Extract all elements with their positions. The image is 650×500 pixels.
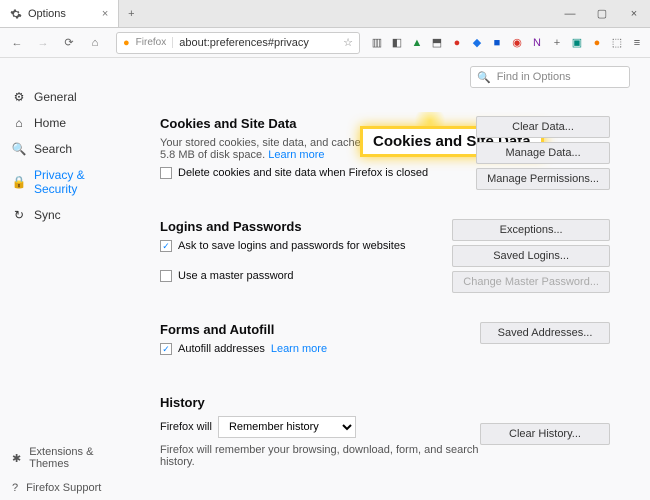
firefox-icon: ●: [123, 37, 130, 49]
history-will-label: Firefox will: [160, 421, 212, 433]
sidebar-item-sync[interactable]: ↻ Sync: [0, 202, 140, 228]
tab-title: Options: [28, 8, 66, 20]
ext-icon[interactable]: N: [530, 36, 544, 50]
sidebar-item-label: Home: [34, 116, 66, 130]
sidebar-foot-label: Extensions & Themes: [29, 446, 128, 470]
clear-data-button[interactable]: Clear Data...: [476, 116, 610, 138]
history-desc: Firefox will remember your browsing, dow…: [160, 444, 480, 468]
sync-icon: ↻: [12, 208, 26, 222]
lock-icon: 🔒: [12, 175, 26, 189]
sidebar-item-search[interactable]: 🔍 Search: [0, 136, 140, 162]
ext-icon[interactable]: ◉: [510, 36, 524, 50]
sidebar-item-privacy[interactable]: 🔒 Privacy & Security: [0, 162, 140, 202]
sidebar-support[interactable]: ? Firefox Support: [0, 476, 140, 500]
exceptions-button[interactable]: Exceptions...: [452, 219, 610, 241]
ext-icon[interactable]: ⬒: [430, 36, 444, 50]
ext-icon[interactable]: ◆: [470, 36, 484, 50]
bookmark-icon[interactable]: ☆: [343, 36, 353, 49]
url-prefix: Firefox: [136, 37, 174, 48]
search-icon: 🔍: [477, 71, 491, 84]
manage-permissions-button[interactable]: Manage Permissions...: [476, 168, 610, 190]
reload-button[interactable]: ⟳: [58, 32, 80, 54]
menu-icon[interactable]: ≡: [630, 36, 644, 50]
saved-addresses-button[interactable]: Saved Addresses...: [480, 322, 610, 344]
find-input[interactable]: 🔍 Find in Options: [470, 66, 630, 88]
search-icon: 🔍: [12, 142, 26, 156]
manage-data-button[interactable]: Manage Data...: [476, 142, 610, 164]
ext-icon[interactable]: ▲: [410, 36, 424, 50]
learn-more-link[interactable]: Learn more: [268, 149, 324, 161]
url-bar[interactable]: ● Firefox about:preferences#privacy ☆: [116, 32, 360, 54]
sidebar-foot-label: Firefox Support: [26, 482, 101, 494]
back-button[interactable]: ←: [6, 32, 28, 54]
ask-save-logins-label: Ask to save logins and passwords for web…: [178, 240, 405, 252]
gear-icon: ⚙: [12, 90, 26, 104]
sidebar-item-home[interactable]: ⌂ Home: [0, 110, 140, 136]
forward-button[interactable]: →: [32, 32, 54, 54]
find-placeholder: Find in Options: [497, 71, 571, 83]
section-heading-history: History: [160, 395, 630, 410]
ext-icon[interactable]: +: [550, 36, 564, 50]
puzzle-icon: ✱: [12, 452, 21, 465]
autofill-label: Autofill addresses: [178, 343, 265, 355]
gear-icon: [10, 8, 22, 20]
ext-icon[interactable]: ●: [450, 36, 464, 50]
master-password-checkbox[interactable]: [160, 270, 172, 282]
saved-logins-button[interactable]: Saved Logins...: [452, 245, 610, 267]
sidebar-icon[interactable]: ◧: [390, 36, 404, 50]
sidebar-extensions[interactable]: ✱ Extensions & Themes: [0, 440, 140, 476]
minimize-button[interactable]: —: [554, 0, 586, 27]
new-tab-button[interactable]: +: [119, 0, 143, 27]
sidebar-item-label: Search: [34, 142, 72, 156]
ext-icon[interactable]: ■: [490, 36, 504, 50]
ask-save-logins-checkbox[interactable]: [160, 240, 172, 252]
home-button[interactable]: ⌂: [84, 32, 106, 54]
sidebar-item-label: Sync: [34, 208, 61, 222]
history-mode-select[interactable]: Remember history: [218, 416, 356, 438]
tab-options[interactable]: Options ×: [0, 0, 119, 27]
delete-cookies-label: Delete cookies and site data when Firefo…: [178, 167, 428, 179]
ext-icon[interactable]: ⬚: [610, 36, 624, 50]
autofill-checkbox[interactable]: [160, 343, 172, 355]
delete-cookies-checkbox[interactable]: [160, 167, 172, 179]
clear-history-button[interactable]: Clear History...: [480, 423, 610, 445]
master-password-label: Use a master password: [178, 270, 294, 282]
sidebar-item-label: Privacy & Security: [34, 168, 128, 196]
home-icon: ⌂: [12, 116, 26, 130]
ext-icon[interactable]: ▣: [570, 36, 584, 50]
ext-icon[interactable]: ●: [590, 36, 604, 50]
change-master-password-button: Change Master Password...: [452, 271, 610, 293]
library-icon[interactable]: ▥: [370, 36, 384, 50]
sidebar-item-general[interactable]: ⚙ General: [0, 84, 140, 110]
close-button[interactable]: ×: [618, 0, 650, 27]
sidebar-item-label: General: [34, 90, 77, 104]
close-icon[interactable]: ×: [102, 8, 108, 20]
url-text: about:preferences#privacy: [179, 37, 337, 49]
learn-more-link[interactable]: Learn more: [271, 343, 327, 355]
maximize-button[interactable]: ▢: [586, 0, 618, 27]
help-icon: ?: [12, 482, 18, 494]
